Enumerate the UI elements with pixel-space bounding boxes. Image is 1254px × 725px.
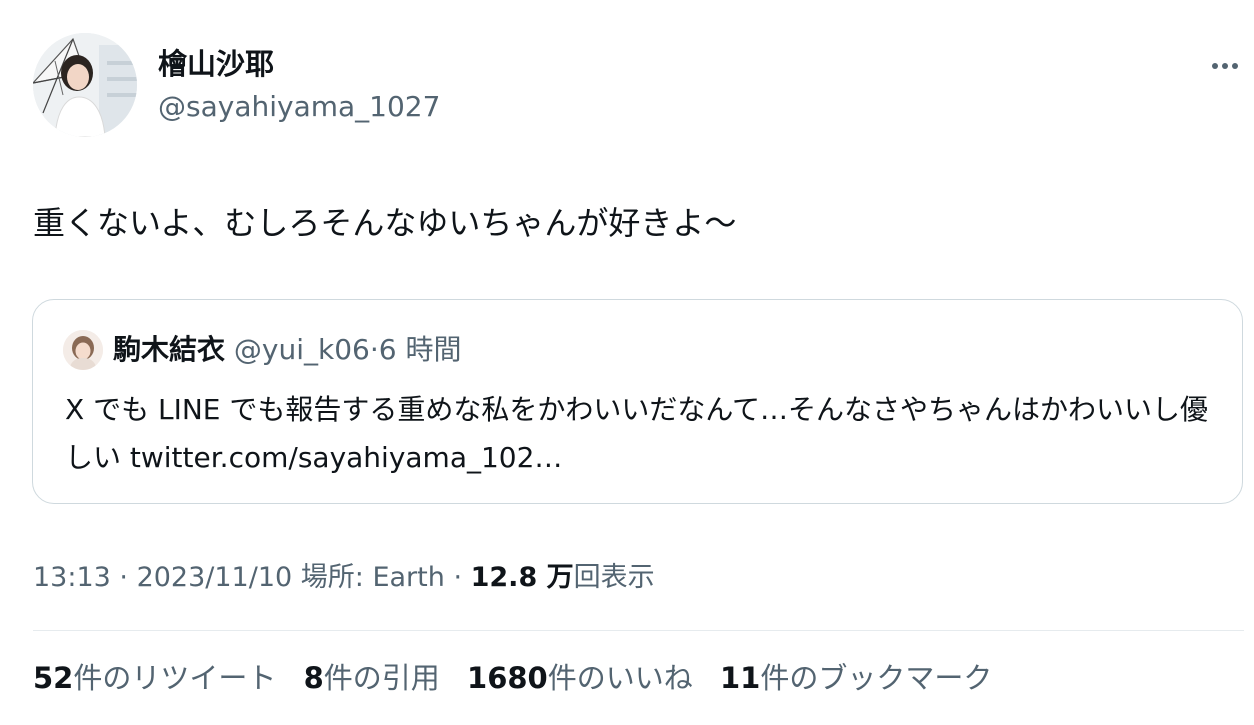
quoted-tweet-card[interactable]: 駒木結衣 @yui_k06·6 時間 X でも LINE でも報告する重めな私を… (32, 299, 1243, 504)
author-avatar[interactable] (33, 33, 137, 137)
likes-count: 1680 (467, 661, 548, 695)
quoted-header-separator: · (369, 333, 379, 366)
views-count: 12.8 万 (470, 562, 574, 593)
bookmarks-stat[interactable]: 11件のブックマーク (720, 661, 992, 695)
bookmarks-label: 件のブックマーク (760, 661, 993, 695)
meta-separator: · (110, 562, 137, 593)
likes-label: 件のいいね (547, 661, 693, 695)
author-handle[interactable]: @sayahiyama_1027 (158, 88, 440, 126)
retweets-count: 52 (33, 661, 74, 695)
tweet-meta: 13:13 · 2023/11/10 場所: Earth · 12.8 万回表示 (33, 558, 655, 598)
quoted-author-avatar[interactable] (63, 330, 103, 370)
quotes-label: 件の引用 (323, 661, 440, 695)
quoted-author-avatar-photo (63, 330, 103, 370)
more-horizontal-icon (1212, 63, 1238, 69)
quotes-stat[interactable]: 8件の引用 (304, 661, 440, 695)
quoted-tweet-time[interactable]: 6 時間 (379, 333, 462, 366)
quoted-tweet-header: 駒木結衣 @yui_k06·6 時間 (113, 331, 462, 369)
author-avatar-photo (33, 33, 137, 137)
retweets-label: 件のリツイート (73, 661, 277, 695)
divider (33, 630, 1244, 631)
quoted-tweet-text: X でも LINE でも報告する重めな私をかわいいだなんて…そんなさやちゃんはか… (65, 393, 1208, 474)
views-label: 回表示 (573, 562, 655, 593)
tweet-location: 場所: Earth (292, 562, 445, 593)
retweets-stat[interactable]: 52件のリツイート (33, 661, 276, 695)
engagement-stats: 52件のリツイート 8件の引用 1680件のいいね 11件のブックマーク (33, 657, 1010, 699)
quotes-count: 8 (303, 661, 324, 695)
author-display-name[interactable]: 檜山沙耶 (158, 44, 274, 84)
quoted-author-handle[interactable]: @yui_k06 (234, 333, 370, 366)
tweet-time[interactable]: 13:13 (33, 562, 111, 593)
tweet-date[interactable]: 2023/11/10 (137, 562, 293, 593)
bookmarks-count: 11 (719, 661, 761, 695)
likes-stat[interactable]: 1680件のいいね (467, 661, 693, 695)
meta-separator: · (444, 562, 471, 593)
quoted-author-display-name[interactable]: 駒木結衣 (113, 333, 225, 366)
more-options-button[interactable] (1203, 52, 1247, 80)
tweet-detail: 檜山沙耶 @sayahiyama_1027 重くないよ、むしろそんなゆいちゃんが… (0, 0, 1254, 725)
tweet-text: 重くないよ、むしろそんなゆいちゃんが好きよ〜 (33, 204, 737, 242)
